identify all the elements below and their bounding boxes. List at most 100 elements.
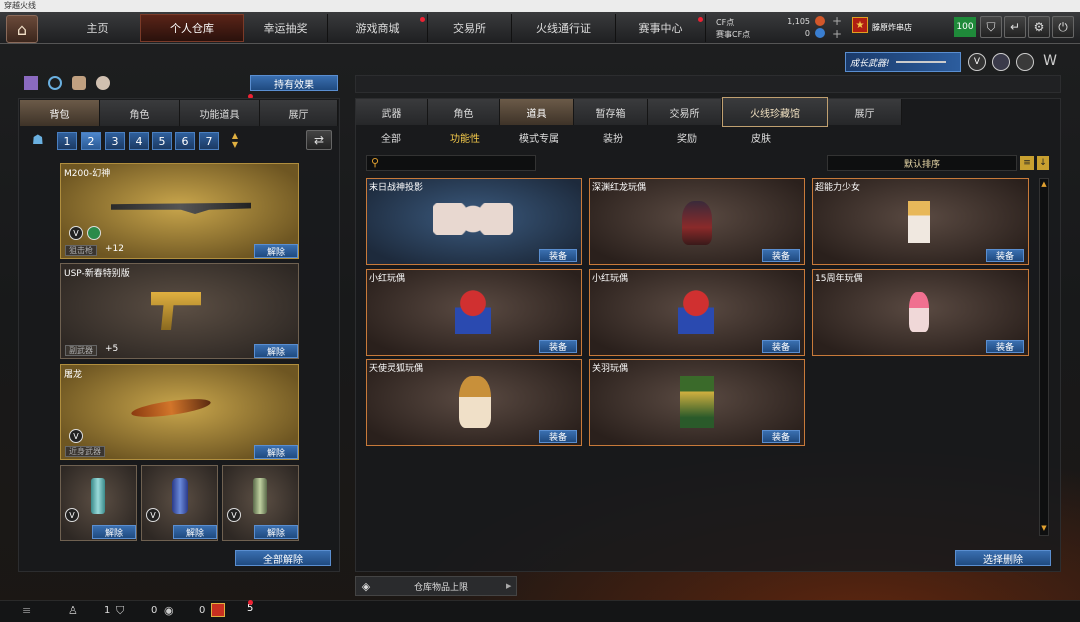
menu-list-icon[interactable]: ≡ — [22, 604, 31, 617]
page-button-2[interactable]: 2 — [81, 132, 101, 150]
swap-button[interactable]: ⇄ — [306, 130, 332, 150]
little-red-doll-figure — [455, 290, 491, 334]
globe-icon[interactable] — [992, 53, 1010, 71]
item-card[interactable]: 15周年玩偶 装备 — [812, 269, 1029, 356]
right-tab-weapons[interactable]: 武器 — [356, 99, 428, 125]
select-delete-button[interactable]: 选择删除 — [955, 550, 1051, 566]
tools-icon[interactable] — [1016, 53, 1034, 71]
add-cf-icon[interactable]: + — [832, 14, 842, 28]
item-card[interactable]: 小红玩偶 装备 — [589, 269, 805, 356]
scroll-down-arrow[interactable]: ▼ — [1040, 524, 1048, 534]
subtab-all[interactable]: 全部 — [381, 130, 401, 145]
page-button-3[interactable]: 3 — [105, 132, 125, 150]
right-tab-characters[interactable]: 角色 — [428, 99, 500, 125]
subtab-mode[interactable]: 模式专属 — [519, 130, 559, 145]
nav-tab-shop[interactable]: 游戏商城 — [328, 14, 428, 42]
character-icon[interactable] — [72, 76, 86, 90]
growth-weapon-banner[interactable]: 成长武器! — [845, 52, 961, 72]
subtab-functional[interactable]: 功能性 — [450, 130, 480, 145]
grenade-slot-1[interactable]: V 解除 — [60, 465, 137, 541]
add-event-cf-icon[interactable]: + — [832, 27, 842, 41]
right-tab-storage[interactable]: 暂存箱 — [574, 99, 648, 125]
gift-icon[interactable] — [211, 603, 225, 617]
right-tab-showroom[interactable]: 展厅 — [828, 99, 902, 125]
nav-tab-lottery[interactable]: 幸运抽奖 — [244, 14, 328, 42]
storage-limit-bar[interactable]: ◈ 仓库物品上限 ▶ — [355, 576, 517, 596]
guild-shield-icon[interactable]: ⛉ — [116, 604, 124, 618]
item-card[interactable]: 末日战神投影 装备 — [366, 178, 582, 265]
exit-room-button[interactable]: ↵ — [1004, 16, 1026, 38]
unequip-button[interactable]: 解除 — [254, 445, 298, 459]
subtab-rewards[interactable]: 奖励 — [677, 130, 697, 145]
page-button-1[interactable]: 1 — [57, 132, 77, 150]
equipped-card-primary[interactable]: M200-幻神 V 狙击枪 +12 解除 — [60, 163, 299, 259]
unequip-button[interactable]: 解除 — [254, 344, 298, 358]
left-tab-backpack[interactable]: 背包 — [20, 100, 100, 126]
left-tab-character[interactable]: 角色 — [100, 100, 180, 126]
page-button-4[interactable]: 4 — [129, 132, 149, 150]
w-logo-icon[interactable]: W — [1040, 53, 1060, 71]
nav-tab-home[interactable]: 主页 — [42, 14, 154, 42]
bag-icon[interactable] — [96, 76, 110, 90]
left-tab-function-items[interactable]: 功能道具 — [180, 100, 260, 126]
shield-button[interactable]: ⛉ — [980, 16, 1002, 38]
right-tab-items[interactable]: 道具 — [500, 99, 574, 125]
equip-button[interactable]: 装备 — [986, 340, 1024, 353]
sort-order-icon[interactable]: ↓ — [1037, 156, 1049, 170]
stats-icon[interactable] — [24, 76, 38, 90]
equipped-card-secondary[interactable]: USP-新春特别版 副武器 +5 解除 — [60, 263, 299, 359]
item-card[interactable]: 小红玩偶 装备 — [366, 269, 582, 356]
scrollbar-track[interactable] — [1039, 178, 1049, 536]
page-up-down-arrows[interactable]: ▲ ▼ — [228, 131, 242, 151]
scroll-up-arrow[interactable]: ▲ — [1040, 180, 1048, 190]
item-card[interactable]: 深渊红龙玩偶 装备 — [589, 178, 805, 265]
unequip-button[interactable]: 解除 — [92, 525, 136, 539]
item-name: 关羽玩偶 — [592, 364, 629, 374]
equipped-card-melee[interactable]: 屠龙 V 近身武器 解除 — [60, 364, 299, 460]
left-tab-showroom[interactable]: 展厅 — [260, 100, 338, 126]
search-input[interactable]: ⚲ — [366, 155, 536, 171]
equip-button[interactable]: 装备 — [539, 430, 577, 443]
friends-icon[interactable]: ♙ — [68, 604, 78, 617]
right-tab-collection[interactable]: 火线珍藏馆 — [722, 97, 828, 127]
equip-button[interactable]: 装备 — [986, 249, 1024, 262]
grenade-slot-3[interactable]: V 解除 — [222, 465, 299, 541]
nav-tab-events[interactable]: 赛事中心 — [616, 14, 706, 42]
nav-tab-warehouse[interactable]: 个人仓库 — [140, 14, 244, 42]
red-dragon-doll-figure — [682, 201, 712, 245]
vip-v-icon[interactable]: V — [968, 53, 986, 71]
unequip-button[interactable]: 解除 — [173, 525, 217, 539]
equip-button[interactable]: 装备 — [762, 340, 800, 353]
nav-tab-battlepass[interactable]: 火线通行证 — [512, 14, 616, 42]
list-view-icon[interactable]: ≡ — [1020, 156, 1034, 170]
shield-icon: ⛉ — [986, 19, 996, 34]
power-button[interactable]: ⏻ — [1052, 16, 1074, 38]
subtab-dressup[interactable]: 装扮 — [603, 130, 623, 145]
grenade-slot-2[interactable]: V 解除 — [141, 465, 218, 541]
held-effects-button[interactable]: 持有效果 — [250, 75, 338, 91]
v-badge-icon: V — [69, 226, 83, 240]
unequip-button[interactable]: 解除 — [254, 244, 298, 258]
level-badge: 100 — [954, 17, 976, 37]
equip-button[interactable]: 装备 — [539, 249, 577, 262]
nav-tab-exchange[interactable]: 交易所 — [428, 14, 512, 42]
equip-button[interactable]: 装备 — [762, 249, 800, 262]
item-card[interactable]: 超能力少女 装备 — [812, 178, 1029, 265]
equip-button[interactable]: 装备 — [539, 340, 577, 353]
page-button-7[interactable]: 7 — [199, 132, 219, 150]
sort-dropdown[interactable]: 默认排序 — [827, 155, 1017, 171]
equip-button[interactable]: 装备 — [762, 430, 800, 443]
home-button[interactable]: ⌂ — [6, 15, 38, 43]
item-card[interactable]: 关羽玩偶 装备 — [589, 359, 805, 446]
page-button-5[interactable]: 5 — [152, 132, 172, 150]
unequip-button[interactable]: 解除 — [254, 525, 298, 539]
item-card[interactable]: 天使灵狐玩偶 装备 — [366, 359, 582, 446]
settings-button[interactable]: ⚙ — [1028, 16, 1050, 38]
search-icon: ⚲ — [371, 156, 380, 169]
release-all-button[interactable]: 全部解除 — [235, 550, 331, 566]
chat-bubble-icon[interactable]: ◉ — [164, 604, 174, 617]
subtab-skins[interactable]: 皮肤 — [751, 130, 771, 145]
page-button-6[interactable]: 6 — [175, 132, 195, 150]
eye-icon[interactable] — [48, 76, 62, 90]
right-tab-exchange[interactable]: 交易所 — [648, 99, 722, 125]
